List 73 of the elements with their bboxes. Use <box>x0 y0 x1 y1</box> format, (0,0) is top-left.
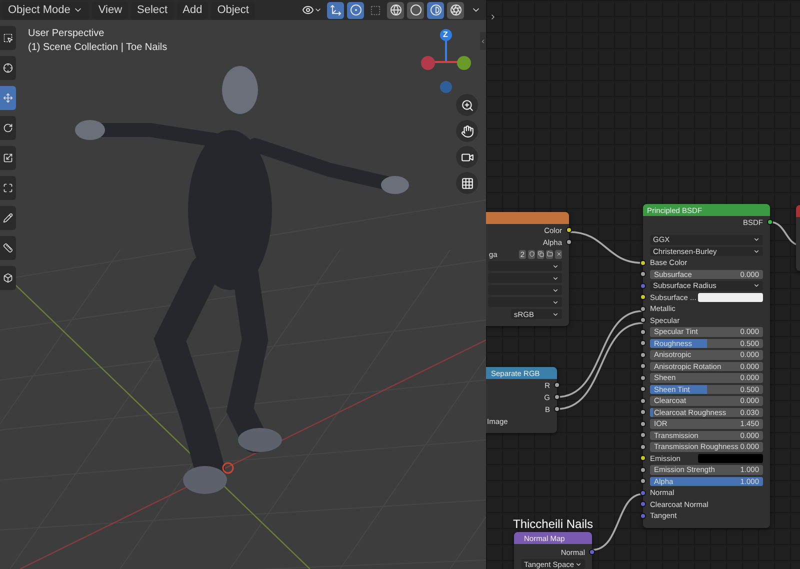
move-icon[interactable] <box>0 86 16 110</box>
node-link <box>592 493 644 551</box>
color-swatch[interactable] <box>698 454 763 463</box>
principled-bsdf-node[interactable] <box>643 204 770 528</box>
scale-icon[interactable] <box>0 146 16 170</box>
annotate-icon[interactable] <box>0 206 16 230</box>
menu-item[interactable]: Select <box>131 2 174 18</box>
socket-dot[interactable] <box>640 466 646 473</box>
socket-dot[interactable] <box>554 382 560 388</box>
chevron-icon <box>753 282 760 290</box>
socket-dot[interactable] <box>640 282 646 289</box>
grid-icon[interactable] <box>456 172 478 194</box>
menu-item[interactable]: Add <box>176 2 208 18</box>
socket-dot[interactable] <box>640 501 646 508</box>
socket-dot[interactable] <box>640 363 646 370</box>
copy-icon[interactable] <box>537 250 544 258</box>
eye-icon <box>302 4 314 16</box>
color-swatch[interactable] <box>698 292 763 302</box>
socket-dot[interactable] <box>554 406 560 412</box>
socket-dot[interactable] <box>640 294 646 300</box>
rotate-icon[interactable] <box>0 116 16 140</box>
zoom-icon[interactable] <box>456 94 478 116</box>
socket-dot[interactable] <box>640 478 646 484</box>
solid-icon[interactable] <box>407 2 424 18</box>
scene-info: (1) Scene Collection | Toe Nails <box>28 42 168 53</box>
socket-dot[interactable] <box>566 227 572 233</box>
wireframe-icon[interactable] <box>387 2 404 18</box>
socket-dot[interactable] <box>640 386 646 392</box>
socket-dot[interactable] <box>640 271 646 278</box>
socket-dot[interactable] <box>640 455 646 462</box>
axis-label: Z <box>443 30 448 39</box>
socket-dot[interactable] <box>640 328 646 335</box>
socket-dot[interactable] <box>640 306 646 312</box>
socket-dot[interactable] <box>767 219 773 225</box>
shield-icon[interactable] <box>528 250 535 258</box>
socket-dot[interactable] <box>640 409 646 416</box>
camera-icon[interactable] <box>456 146 478 168</box>
menu-item[interactable]: View <box>92 2 128 18</box>
hand-icon[interactable] <box>456 120 478 142</box>
socket-dot[interactable] <box>640 317 646 324</box>
socket-dot[interactable] <box>640 374 646 381</box>
socket-dot[interactable] <box>640 432 646 438</box>
select-box-icon[interactable] <box>0 26 16 50</box>
rendered-icon[interactable] <box>447 2 464 18</box>
collapse-icon[interactable] <box>480 32 486 50</box>
chevron-icon <box>314 6 322 14</box>
expand-icon[interactable] <box>489 13 497 21</box>
add-cube-icon[interactable] <box>0 266 16 290</box>
folder-icon[interactable] <box>546 250 553 258</box>
view-name: User Perspective <box>28 28 106 39</box>
menu-item[interactable]: Object <box>211 2 255 18</box>
socket-dot[interactable] <box>554 394 560 400</box>
socket-dot[interactable] <box>640 490 646 496</box>
overlay-toggle[interactable] <box>347 2 364 18</box>
measure-icon[interactable] <box>0 236 16 260</box>
transform-icon[interactable] <box>0 176 16 200</box>
socket-dot[interactable] <box>640 352 646 358</box>
node-label: Thiccheili Nails <box>513 517 594 531</box>
material-icon[interactable] <box>427 2 444 18</box>
socket-dot[interactable] <box>566 239 572 245</box>
socket-dot[interactable] <box>640 512 646 519</box>
mode-dropdown[interactable]: Object Mode <box>2 2 90 18</box>
chevron-icon <box>575 560 582 568</box>
socket-dot[interactable] <box>640 420 646 427</box>
socket-dot[interactable] <box>640 340 646 346</box>
gizmo-toggle[interactable] <box>327 2 344 18</box>
3d-cursor-icon <box>222 462 234 474</box>
socket-dot[interactable] <box>589 549 595 555</box>
cursor-icon[interactable] <box>0 56 16 80</box>
socket-dot[interactable] <box>640 260 646 266</box>
close-icon[interactable] <box>555 250 562 258</box>
socket-dot[interactable] <box>640 398 646 404</box>
socket-dot[interactable] <box>640 444 646 450</box>
